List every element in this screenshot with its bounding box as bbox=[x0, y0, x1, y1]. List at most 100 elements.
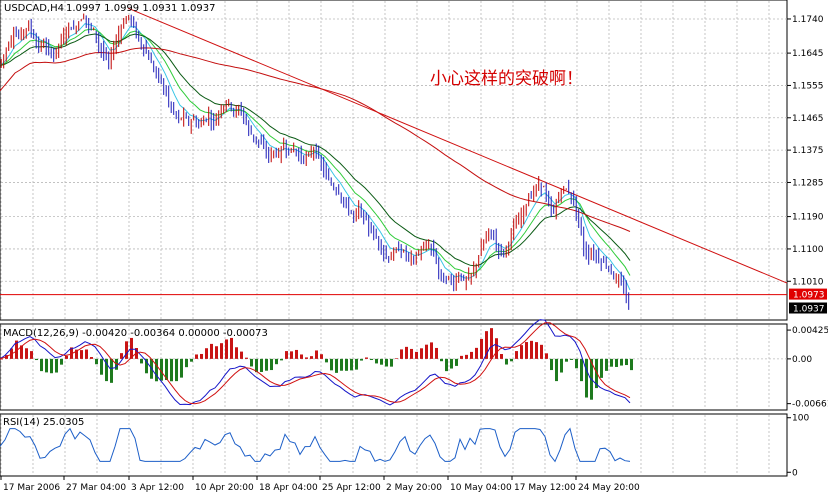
macd-hist-bar bbox=[415, 351, 418, 359]
time-label: 18 Apr 04:00 bbox=[259, 483, 318, 493]
macd-hist-bar bbox=[600, 358, 603, 378]
macd-hist-bar bbox=[520, 345, 523, 359]
macd-hist-bar bbox=[175, 358, 178, 382]
macd-hist-bar bbox=[335, 358, 338, 373]
macd-hist-bar bbox=[95, 358, 98, 365]
macd-hist-bar bbox=[605, 358, 608, 371]
macd-hist-bar bbox=[60, 358, 63, 365]
macd-hist-bar bbox=[180, 358, 183, 378]
macd-hist-bar bbox=[190, 358, 193, 362]
macd-hist-bar bbox=[545, 353, 548, 359]
macd-hist-bar bbox=[110, 358, 113, 383]
macd-hist-bar bbox=[420, 348, 423, 359]
macd-hist-bar bbox=[385, 358, 388, 367]
time-label: 17 May 12:00 bbox=[514, 483, 576, 493]
macd-hist-bar bbox=[260, 358, 263, 372]
macd-hist-bar bbox=[120, 353, 123, 359]
macd-hist-bar bbox=[405, 346, 408, 359]
macd-hist-bar bbox=[430, 342, 433, 359]
macd-hist-bar bbox=[480, 338, 483, 359]
rsi-label: RSI(14) 25.0305 bbox=[3, 417, 84, 428]
ohlc-label: 1.0997 1.0999 1.0931 1.0937 bbox=[66, 3, 216, 14]
macd-hist-bar bbox=[235, 347, 238, 359]
macd-hist-bar bbox=[610, 358, 613, 367]
macd-hist-bar bbox=[395, 358, 398, 359]
macd-hist-bar bbox=[35, 358, 38, 361]
macd-hist-bar bbox=[45, 358, 48, 373]
price-tick-label: 1.1190 bbox=[792, 213, 824, 223]
macd-hist-bar bbox=[410, 348, 413, 359]
price-tick-label: 1.1285 bbox=[792, 178, 824, 188]
macd-hist-bar bbox=[290, 351, 293, 359]
forex-chart: USDCAD,H4 1.0997 1.0999 1.0931 1.0937 小心… bbox=[0, 0, 828, 493]
time-label: 17 Mar 2006 bbox=[3, 483, 60, 493]
macd-hist-bar bbox=[575, 358, 578, 369]
macd-hist-bar bbox=[360, 358, 363, 361]
macd-tick-label: 0.00 bbox=[792, 355, 812, 365]
macd-hist-bar bbox=[200, 353, 203, 359]
macd-hist-bar bbox=[345, 358, 348, 371]
rsi-axis: 100 0 bbox=[787, 414, 809, 478]
macd-hist-bar bbox=[555, 358, 558, 382]
macd-hist-bar bbox=[560, 358, 563, 373]
svg-text:1.0973: 1.0973 bbox=[793, 291, 825, 301]
macd-hist-bar bbox=[85, 349, 88, 359]
macd-hist-bar bbox=[435, 347, 438, 359]
macd-hist-bar bbox=[330, 358, 333, 371]
macd-hist-bar bbox=[270, 358, 273, 371]
time-label: 27 Mar 04:00 bbox=[66, 483, 126, 493]
macd-hist-bar bbox=[65, 355, 68, 359]
macd-hist-bar bbox=[140, 358, 143, 364]
macd-hist-bar bbox=[275, 358, 278, 365]
macd-hist-bar bbox=[440, 358, 443, 362]
macd-hist-bar bbox=[185, 358, 188, 368]
macd-hist-bar bbox=[370, 358, 373, 361]
macd-hist-bar bbox=[570, 358, 573, 360]
macd-hist-bar bbox=[100, 358, 103, 375]
chart-annotation: 小心这样的突破啊！ bbox=[430, 69, 583, 89]
macd-hist-bar bbox=[130, 337, 133, 359]
macd-hist-bar bbox=[220, 343, 223, 359]
macd-axis: 0.00425 0.00 -0.00661 bbox=[787, 326, 828, 410]
macd-hist-bar bbox=[620, 358, 623, 366]
macd-hist-bar bbox=[425, 344, 428, 359]
time-axis: 17 Mar 2006 27 Mar 04:00 3 Apr 12:00 10 Apr… bbox=[0, 476, 640, 493]
macd-hist-bar bbox=[455, 358, 458, 366]
time-label: 10 May 04:00 bbox=[450, 483, 512, 493]
macd-hist-bar bbox=[475, 347, 478, 359]
price-tick-label: 1.1100 bbox=[792, 245, 824, 255]
macd-hist-bar bbox=[30, 351, 33, 359]
macd-hist-bar bbox=[550, 358, 553, 371]
macd-hist-bar bbox=[245, 357, 248, 359]
rsi-tick-label: 100 bbox=[792, 414, 809, 424]
svg-text:1.0937: 1.0937 bbox=[793, 305, 825, 315]
macd-hist-bar bbox=[535, 342, 538, 359]
macd-hist-bar bbox=[265, 358, 268, 371]
price-tick-label: 1.1740 bbox=[792, 15, 824, 25]
macd-hist-bar bbox=[350, 358, 353, 371]
macd-hist-bar bbox=[285, 351, 288, 359]
macd-hist-bar bbox=[310, 356, 313, 359]
macd-hist-bar bbox=[525, 342, 528, 359]
macd-hist-bar bbox=[615, 358, 618, 367]
macd-hist-bar bbox=[240, 351, 243, 359]
macd-hist-bar bbox=[465, 354, 468, 359]
main-panel: USDCAD,H4 1.0997 1.0999 1.0931 1.0937 小心… bbox=[0, 0, 788, 321]
macd-hist-bar bbox=[170, 358, 173, 382]
rsi-panel: RSI(14) 25.0305 bbox=[0, 413, 788, 477]
macd-hist-bar bbox=[340, 358, 343, 371]
symbol-label: USDCAD,H4 bbox=[4, 3, 64, 14]
macd-hist-bar bbox=[530, 340, 533, 359]
macd-hist-bar bbox=[515, 351, 518, 359]
macd-hist-bar bbox=[50, 358, 53, 374]
last-price-tag: 1.0937 bbox=[789, 302, 827, 315]
macd-hist-bar bbox=[460, 355, 463, 359]
macd-hist-bar bbox=[355, 358, 358, 370]
hline-price-tag: 1.0973 bbox=[789, 288, 827, 301]
macd-hist-bar bbox=[230, 337, 233, 359]
macd-hist-bar bbox=[315, 350, 318, 359]
time-label: 2 May 20:00 bbox=[386, 483, 442, 493]
macd-hist-bar bbox=[540, 344, 543, 359]
macd-hist-bar bbox=[210, 343, 213, 359]
macd-hist-bar bbox=[580, 358, 583, 382]
